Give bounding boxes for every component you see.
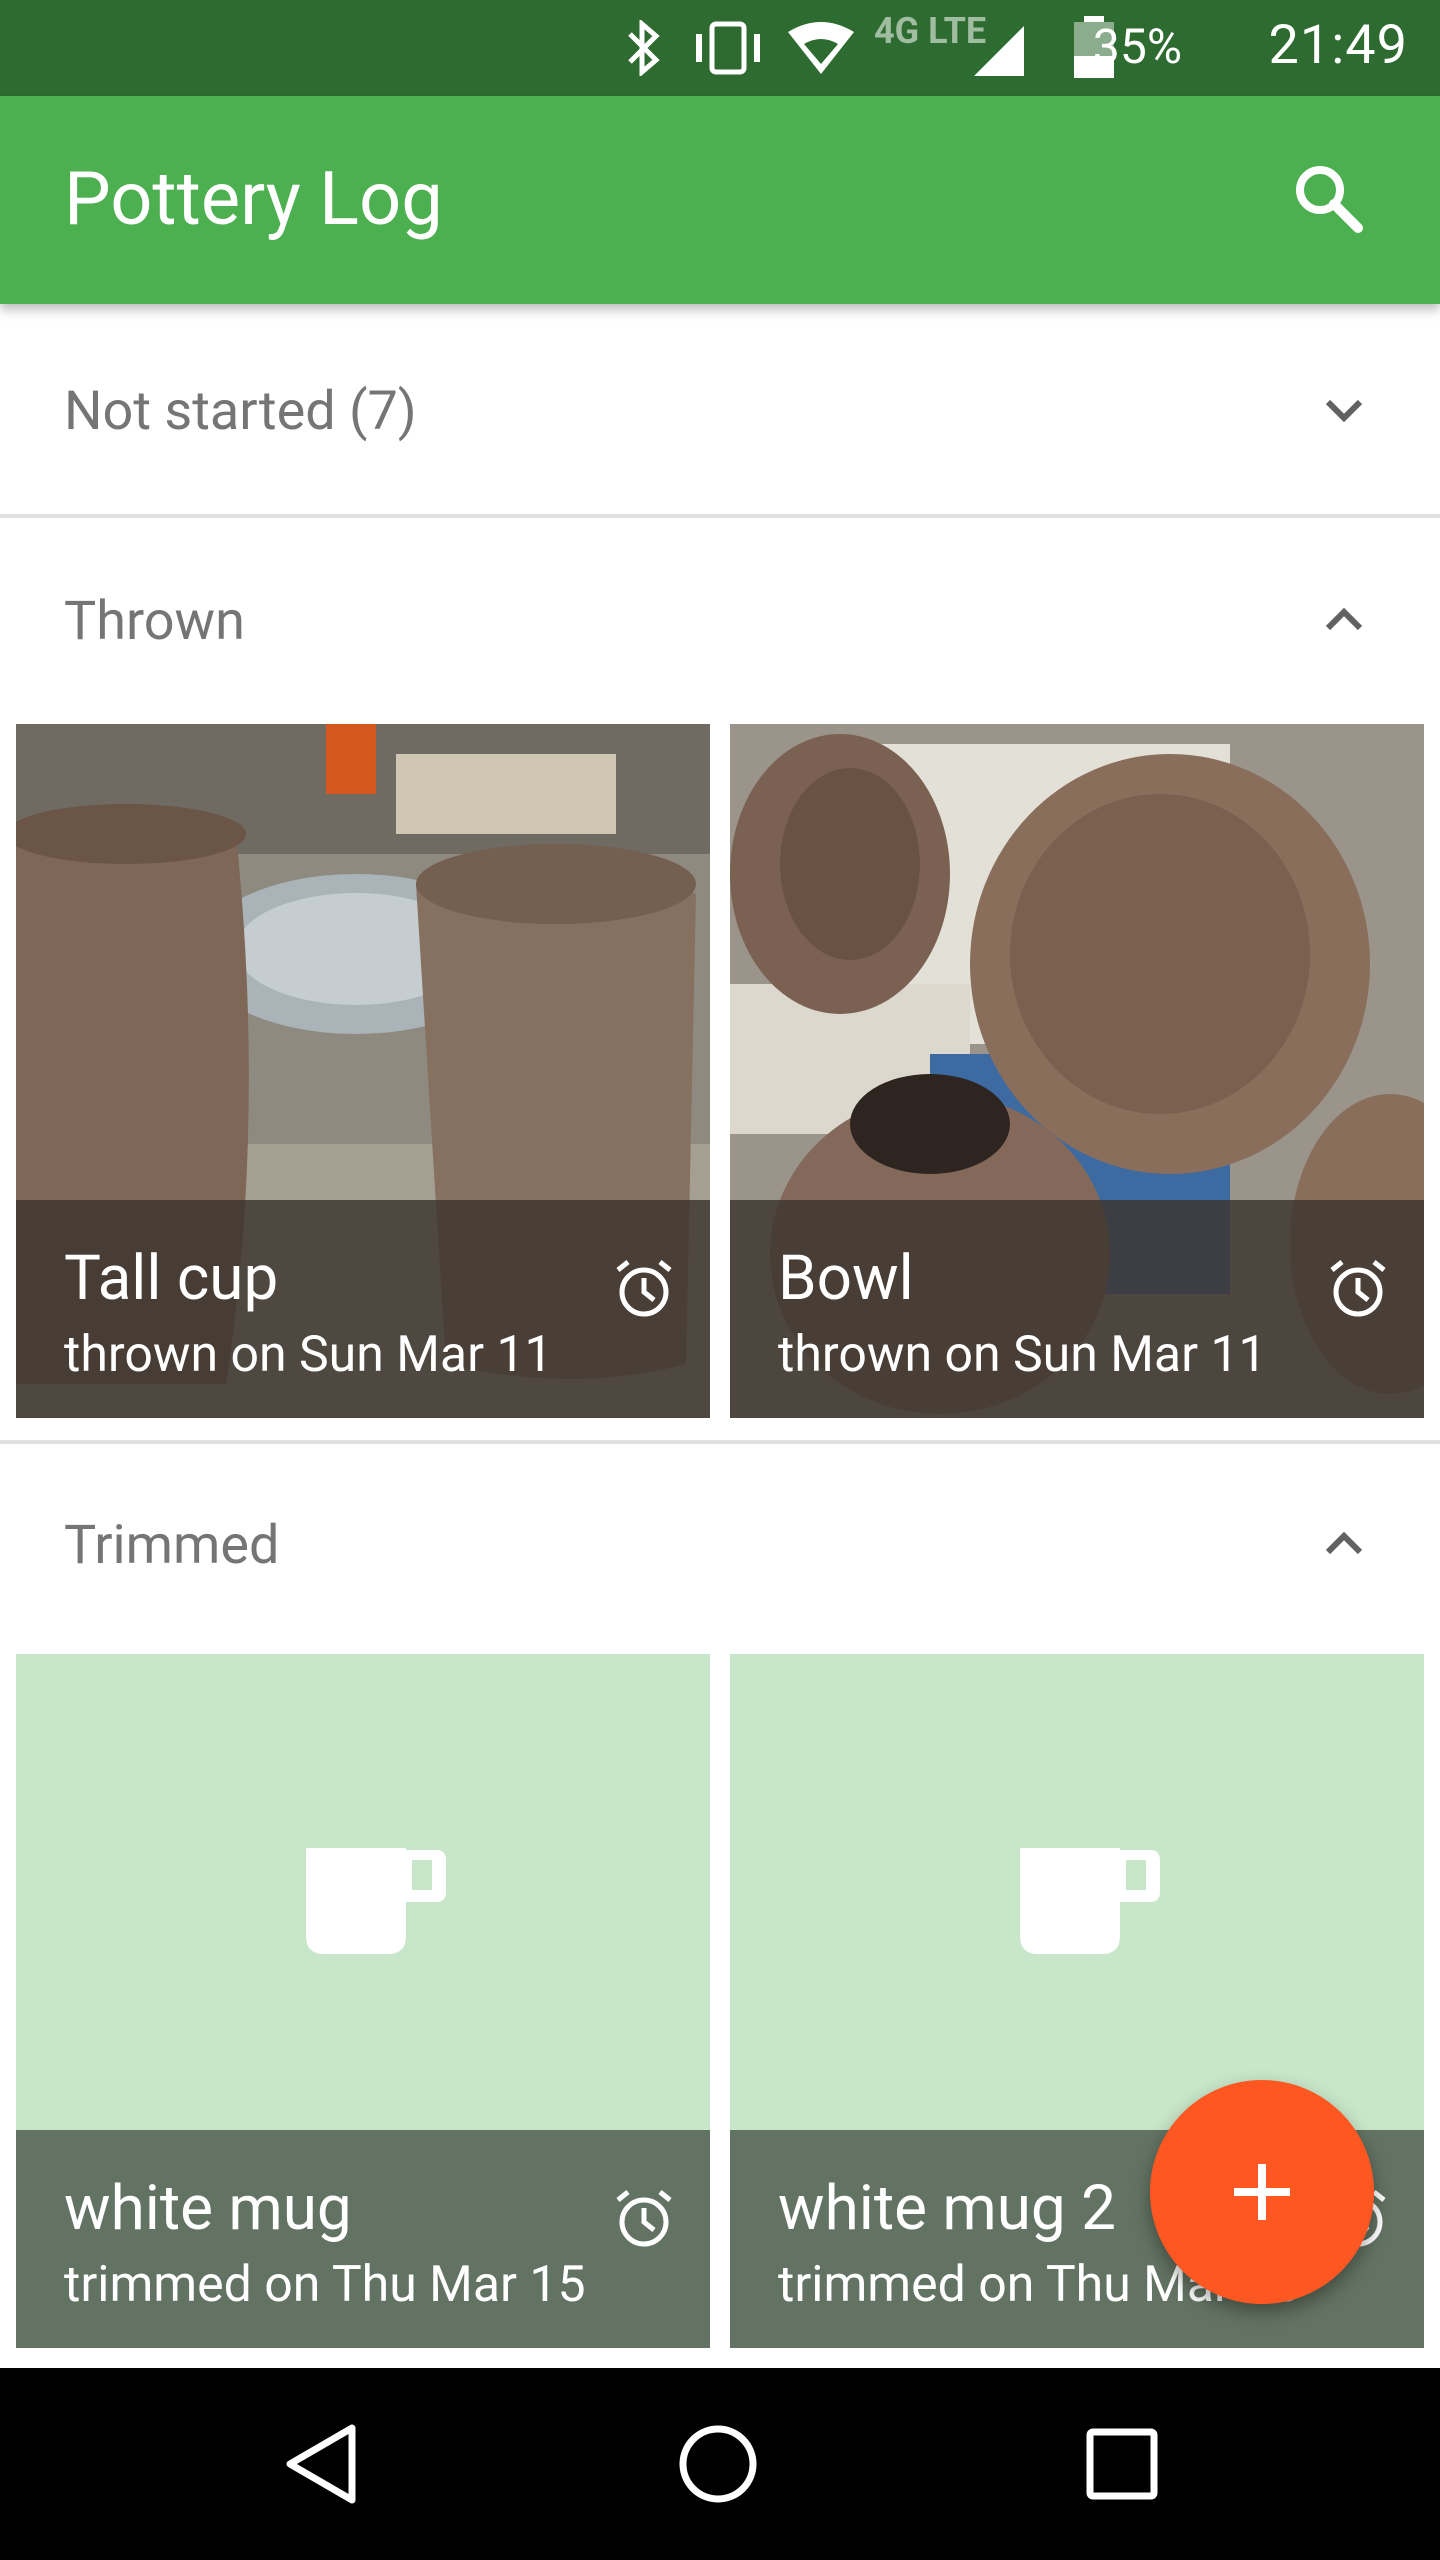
alarm-icon[interactable] xyxy=(612,1256,676,1320)
app-bar: Pottery Log xyxy=(0,96,1440,304)
alarm-icon[interactable] xyxy=(1326,1256,1390,1320)
chevron-down-icon[interactable] xyxy=(1320,386,1368,434)
pot-name: white mug 2 xyxy=(778,2172,1116,2245)
bluetooth-icon xyxy=(628,20,660,76)
section-trimmed[interactable]: Trimmed xyxy=(0,1448,1440,1648)
clock: 21:49 xyxy=(1268,14,1408,77)
section-label: Trimmed xyxy=(64,1514,280,1577)
pot-card-white-mug[interactable]: white mug trimmed on Thu Mar 15 xyxy=(16,1654,710,2348)
pot-card-bowl[interactable]: Bowl thrown on Sun Mar 11 xyxy=(730,724,1424,1418)
mug-icon xyxy=(306,1848,446,1954)
recents-icon[interactable] xyxy=(1082,2424,1162,2504)
section-thrown[interactable]: Thrown xyxy=(0,522,1440,722)
search-icon[interactable] xyxy=(1288,158,1368,238)
system-nav-bar xyxy=(0,2368,1440,2560)
card-footer: Tall cup thrown on Sun Mar 11 xyxy=(16,1200,710,1418)
pot-name: Tall cup xyxy=(64,1242,279,1315)
pot-name: white mug xyxy=(64,2172,352,2245)
home-icon[interactable] xyxy=(676,2422,760,2506)
divider xyxy=(0,1440,1440,1444)
divider xyxy=(0,514,1440,518)
battery-percent: 35% xyxy=(1092,18,1182,75)
section-label: Thrown xyxy=(64,590,245,653)
signal-icon xyxy=(974,26,1024,76)
pot-status-date: thrown on Sun Mar 11 xyxy=(64,1326,553,1384)
add-pot-button[interactable] xyxy=(1150,2080,1374,2304)
app-title: Pottery Log xyxy=(64,156,443,243)
vibrate-icon xyxy=(696,21,760,75)
pot-status-date: thrown on Sun Mar 11 xyxy=(778,1326,1267,1384)
pot-name: Bowl xyxy=(778,1242,914,1315)
section-not-started[interactable]: Not started (7) xyxy=(0,310,1440,510)
pot-status-date: trimmed on Thu Mar 15 xyxy=(64,2256,586,2314)
alarm-icon[interactable] xyxy=(612,2186,676,2250)
card-footer: white mug trimmed on Thu Mar 15 xyxy=(16,2130,710,2348)
chevron-up-icon[interactable] xyxy=(1320,596,1368,644)
plus-icon xyxy=(1234,2164,1290,2220)
network-icon: 4G LTE xyxy=(874,10,987,52)
pot-card-tall-cup[interactable]: Tall cup thrown on Sun Mar 11 xyxy=(16,724,710,1418)
wifi-icon xyxy=(788,22,854,74)
status-bar: 4G LTE 35% 21:49 xyxy=(0,0,1440,96)
section-label: Not started (7) xyxy=(64,380,417,443)
card-footer: Bowl thrown on Sun Mar 11 xyxy=(730,1200,1424,1418)
mug-icon xyxy=(1020,1848,1160,1954)
back-icon[interactable] xyxy=(280,2420,364,2508)
chevron-up-icon[interactable] xyxy=(1320,1520,1368,1568)
